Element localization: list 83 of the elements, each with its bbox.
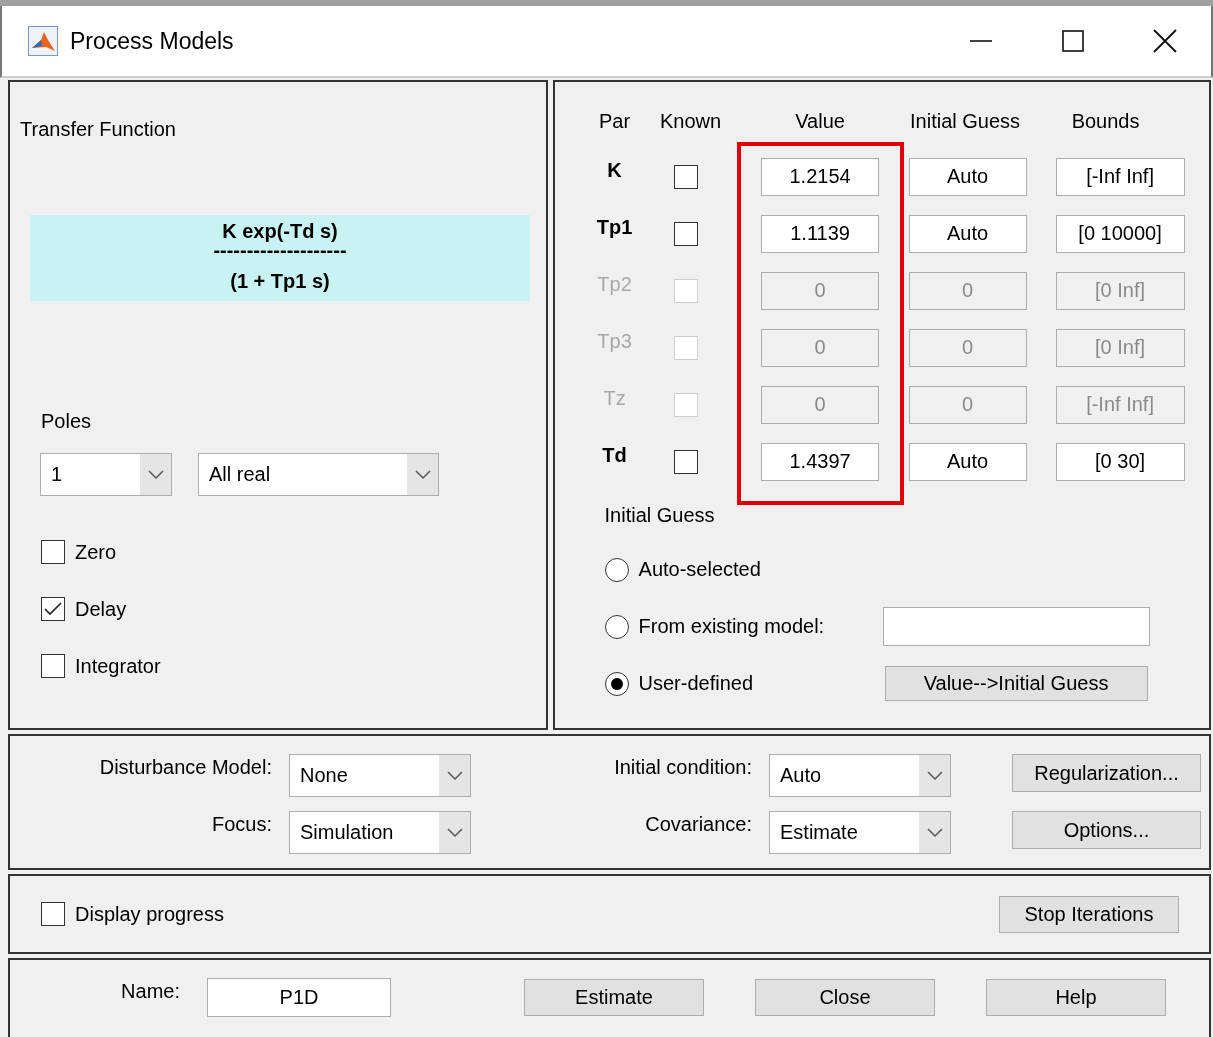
initial-guess-field: 0 [908, 385, 1027, 424]
stop-iterations-button[interactable]: Stop Iterations [999, 895, 1179, 933]
checkbox[interactable] [673, 221, 698, 246]
checkbox[interactable] [41, 902, 65, 926]
value-field: 0 [761, 271, 880, 310]
initial-guess-field[interactable]: Auto [908, 214, 1027, 253]
name-field[interactable]: P1D [207, 977, 391, 1017]
dialog-button[interactable]: Estimate [524, 978, 704, 1016]
column-header: Par [599, 109, 631, 133]
maximize-icon [1060, 28, 1086, 54]
section-heading: Initial Guess [604, 504, 715, 527]
dropdown[interactable]: Auto [769, 754, 951, 797]
parameter-name: Tp3 [597, 330, 632, 353]
bounds-field[interactable]: [0 30] [1055, 442, 1185, 481]
dialog-button[interactable]: Options... [1012, 811, 1201, 849]
radio-label: User-defined [638, 672, 754, 695]
formula-numerator: K exp(-Td s) [222, 219, 338, 244]
window-title: Process Models [70, 27, 235, 55]
model-name-field[interactable] [882, 607, 1150, 646]
dropdown[interactable]: 1 [40, 453, 172, 496]
initial-guess-field: 0 [908, 271, 1027, 310]
field-label: Initial condition: [614, 756, 752, 779]
dropdown[interactable]: None [289, 754, 471, 797]
section-heading: Transfer Function [20, 118, 176, 141]
field-label: Disturbance Model: [99, 756, 272, 779]
column-header: Known [659, 109, 722, 133]
chevron-down-icon [446, 827, 463, 838]
bounds-field: [-Inf Inf] [1055, 385, 1185, 424]
name-label: Name: [120, 979, 180, 1003]
value-field[interactable]: 1.2154 [761, 157, 880, 196]
column-header: Initial Guess [910, 109, 1021, 133]
checkbox[interactable] [41, 540, 65, 564]
radio-label: From existing model: [638, 615, 825, 638]
radio-label: Auto-selected [638, 558, 761, 581]
value-field[interactable]: 1.1139 [761, 214, 880, 253]
radio-button[interactable] [604, 557, 629, 582]
dropdown[interactable]: Estimate [769, 811, 951, 854]
checkbox-label: Display progress [75, 902, 224, 926]
radio-button[interactable] [604, 671, 629, 696]
dialog-button[interactable]: Regularization... [1012, 754, 1201, 792]
checkbox[interactable] [673, 449, 698, 474]
initial-guess-field: 0 [908, 328, 1027, 367]
checkbox-label: Zero [75, 540, 117, 564]
value-field: 0 [761, 385, 880, 424]
bounds-field: [0 Inf] [1055, 271, 1185, 310]
value-field: 0 [761, 328, 880, 367]
chevron-down-icon [446, 770, 463, 781]
app-icon [28, 26, 58, 56]
checkbox[interactable] [673, 164, 698, 189]
parameter-name: Td [602, 444, 627, 467]
checkbox-label: Delay [75, 597, 127, 621]
chevron-down-icon [147, 469, 164, 480]
parameter-name: Tp1 [596, 216, 633, 239]
parameter-name: K [607, 159, 622, 182]
column-header: Bounds [1071, 109, 1140, 133]
bounds-field: [0 Inf] [1055, 328, 1185, 367]
formula-divider: -------------------- [213, 245, 347, 263]
bounds-field[interactable]: [-Inf Inf] [1055, 157, 1185, 196]
dialog-button[interactable]: Close [755, 978, 935, 1016]
chevron-down-icon [926, 770, 943, 781]
column-header: Value [795, 109, 845, 133]
parameter-name: Tp2 [597, 273, 632, 296]
minimize-icon [970, 40, 992, 42]
dialog-button[interactable]: Help [986, 978, 1166, 1016]
value-field[interactable]: 1.4397 [761, 442, 880, 481]
field-label: Covariance: [645, 813, 752, 836]
initial-guess-field[interactable]: Auto [908, 157, 1027, 196]
dropdown[interactable]: All real [198, 453, 439, 496]
checkbox[interactable] [41, 654, 65, 678]
parameter-name: Tz [603, 387, 626, 410]
checkbox[interactable] [41, 597, 65, 621]
radio-button[interactable] [604, 614, 629, 639]
field-label: Focus: [211, 813, 272, 836]
chevron-down-icon [414, 469, 431, 480]
bounds-field[interactable]: [0 10000] [1055, 214, 1185, 253]
close-icon [1152, 28, 1178, 54]
poles-label: Poles [41, 410, 92, 433]
dropdown[interactable]: Simulation [289, 811, 471, 854]
copy-value-button[interactable]: Value-->Initial Guess [884, 666, 1148, 701]
formula-denominator: (1 + Tp1 s) [230, 269, 330, 294]
chevron-down-icon [926, 827, 943, 838]
checkbox-label: Integrator [75, 654, 161, 678]
initial-guess-field[interactable]: Auto [908, 442, 1027, 481]
